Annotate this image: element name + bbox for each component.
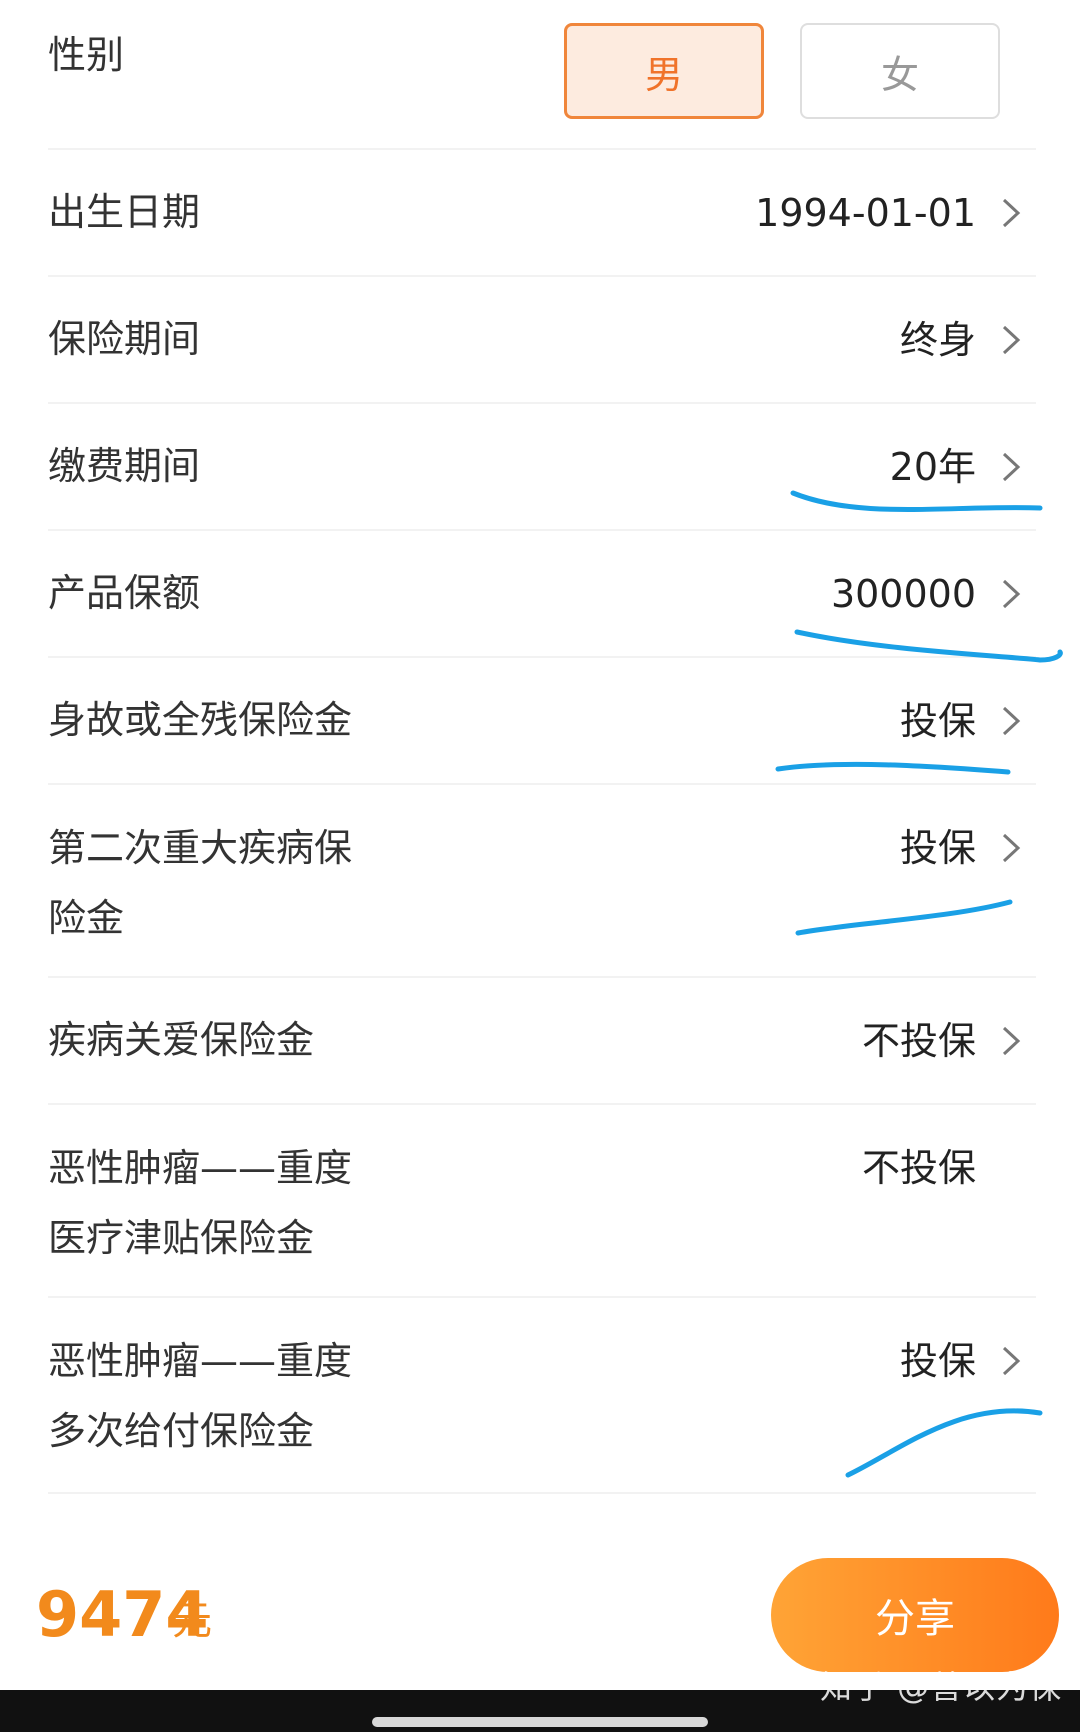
chevron-right-icon [996,444,1026,490]
cancer-multiple-payout-value: 投保 [899,1339,976,1383]
second-critical-illness-label: 第二次重大疾病保 险金 [48,826,353,940]
sum-insured-label: 产品保额 [48,571,201,615]
death-disability-benefit-label: 身故或全残保险金 [48,698,353,742]
chevron-right-icon [996,571,1026,617]
gender-label: 性别 [48,33,125,77]
chevron-right-icon [996,190,1026,236]
chevron-right-icon [996,1338,1026,1384]
birth-date-label: 出生日期 [48,190,201,234]
home-indicator[interactable] [372,1717,708,1727]
payment-period-value: 20年 [889,445,976,489]
gender-female-button[interactable]: 女 [800,23,1000,119]
chevron-right-icon [996,698,1026,744]
birth-date-row[interactable]: 出生日期 1994-01-01 [48,150,1036,277]
share-button[interactable]: 分享 [771,1558,1059,1672]
insurance-period-row[interactable]: 保险期间 终身 [48,277,1036,404]
birth-date-value: 1994-01-01 [755,191,976,235]
cancer-medical-allowance-row: 恶性肿瘤——重度 医疗津贴保险金 不投保 [48,1105,1036,1298]
illness-care-benefit-value: 不投保 [861,1019,976,1063]
chevron-right-icon [996,317,1026,363]
watermark-text: 知乎 @善以为保 [820,1668,1063,1706]
payment-period-label: 缴费期间 [48,444,201,488]
chevron-right-icon [996,1018,1026,1064]
death-disability-benefit-row[interactable]: 身故或全残保险金 投保 [48,658,1036,785]
cancer-medical-allowance-value: 不投保 [861,1146,976,1190]
payment-period-row[interactable]: 缴费期间 20年 [48,404,1036,531]
cancer-multiple-payout-label: 恶性肿瘤——重度 多次给付保险金 [48,1339,353,1453]
chevron-right-icon [996,825,1026,871]
gender-male-button[interactable]: 男 [564,23,764,119]
insurance-period-value: 终身 [899,318,976,362]
second-critical-illness-value: 投保 [899,826,976,870]
illness-care-benefit-row[interactable]: 疾病关爱保险金 不投保 [48,978,1036,1105]
second-critical-illness-row[interactable]: 第二次重大疾病保 险金 投保 [48,785,1036,978]
premium-unit: 元 [172,1598,212,1644]
sum-insured-value: 300000 [830,572,976,616]
cancer-multiple-payout-row[interactable]: 恶性肿瘤——重度 多次给付保险金 投保 [48,1298,1036,1494]
illness-care-benefit-label: 疾病关爱保险金 [48,1018,315,1062]
insurance-period-label: 保险期间 [48,317,201,361]
insurance-quote-screen: 性别 男 女 出生日期 1994-01-01 保险期间 终身 缴费期间 20年 … [0,0,1080,1732]
cancer-medical-allowance-label: 恶性肿瘤——重度 医疗津贴保险金 [48,1146,353,1260]
sum-insured-row[interactable]: 产品保额 300000 [48,531,1036,658]
death-disability-benefit-value: 投保 [899,699,976,743]
